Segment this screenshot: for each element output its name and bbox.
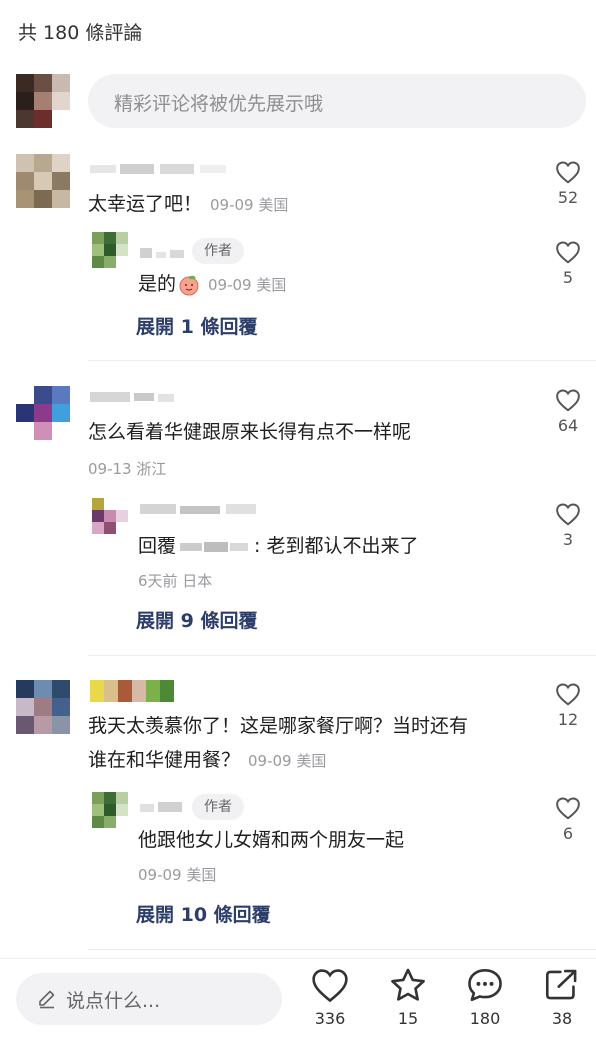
heart-icon	[556, 797, 580, 820]
share-button[interactable]: 38	[534, 967, 590, 1028]
comment-like-button[interactable]: 12	[548, 682, 588, 729]
comment-like-button[interactable]: 64	[548, 388, 588, 435]
reply-like-button[interactable]: 3	[548, 502, 588, 549]
comment-like-count: 12	[557, 710, 579, 729]
heart-icon	[312, 969, 348, 1003]
commenter-avatar[interactable]	[16, 680, 70, 734]
reply-like-button[interactable]: 5	[548, 240, 588, 287]
commenter-name-blurred[interactable]	[90, 390, 190, 404]
reply-avatar[interactable]	[92, 232, 128, 276]
mentioned-user-blurred	[180, 540, 250, 554]
comment-text: 怎么看着华健跟原来长得有点不一样呢	[88, 421, 412, 443]
reply-like-count: 3	[562, 530, 574, 549]
reply-meta: 09-09 美国	[138, 866, 217, 884]
divider	[88, 360, 596, 361]
reply-like-count: 5	[562, 268, 574, 287]
chat-bubble-icon	[468, 968, 502, 1002]
comment-count: 180	[469, 1009, 501, 1028]
reply-avatar[interactable]	[92, 498, 128, 534]
reply-meta: 6天前 日本	[138, 572, 213, 590]
comment-meta: 09-09 美国	[210, 196, 289, 214]
expand-replies-link[interactable]: 展開 10 條回覆	[136, 900, 271, 927]
expand-replies-link[interactable]: 展開 9 條回覆	[136, 606, 257, 633]
reply-like-button[interactable]: 6	[548, 796, 588, 843]
commenter-avatar[interactable]	[16, 154, 70, 208]
comment-input-placeholder: 精彩评论将被优先展示哦	[114, 93, 324, 115]
comment-input[interactable]: 精彩评论将被优先展示哦	[88, 74, 586, 128]
reply-text: 是的 09-09 美国	[138, 273, 287, 295]
like-post-button[interactable]: 336	[302, 967, 358, 1028]
divider	[88, 949, 596, 950]
peach-emoji-icon	[179, 275, 199, 295]
pencil-icon	[39, 990, 55, 1009]
divider	[88, 655, 596, 656]
reply-name-blurred[interactable]	[140, 800, 186, 814]
heart-icon	[556, 389, 580, 412]
comment-meta: 09-09 美国	[248, 752, 327, 770]
reply-name-blurred[interactable]	[140, 502, 270, 516]
reply-text: 回覆: 老到都认不出来了	[138, 535, 419, 557]
comment-like-button[interactable]: 52	[548, 160, 588, 207]
reply-meta: 09-09 美国	[208, 276, 287, 294]
heart-icon	[556, 503, 580, 526]
comment-thread: 怎么看着华健跟原来长得有点不一样呢 09-13 浙江 64 回覆: 老到都认不出…	[0, 380, 596, 656]
favorite-button[interactable]: 15	[380, 967, 436, 1028]
heart-icon	[556, 683, 580, 706]
comment-like-count: 64	[557, 416, 579, 435]
reply-avatar[interactable]	[92, 792, 128, 828]
reply-like-count: 6	[562, 824, 574, 843]
comment-text-line-1: 我天太羡慕你了！这是哪家餐厅啊？当时还有	[88, 715, 469, 737]
comment-like-count: 52	[557, 188, 579, 207]
star-icon	[391, 968, 425, 1001]
comment-text-line-2: 谁在和华健用餐？ 09-09 美国	[88, 749, 327, 771]
my-avatar[interactable]	[16, 74, 70, 128]
author-tag: 作者	[192, 238, 244, 264]
say-something-label: 说点什么...	[66, 990, 161, 1012]
commenter-name-blurred[interactable]	[90, 680, 174, 702]
commenter-avatar[interactable]	[16, 386, 70, 440]
author-tag: 作者	[192, 794, 244, 820]
share-icon	[545, 969, 577, 1000]
comment-meta: 09-13 浙江	[88, 460, 167, 478]
say-something-input[interactable]: 说点什么...	[16, 973, 282, 1025]
reply-text: 他跟他女儿女婿和两个朋友一起	[138, 829, 405, 851]
expand-replies-link[interactable]: 展開 1 條回覆	[136, 312, 257, 339]
bottom-action-bar: 说点什么... 336 15 180 38	[0, 958, 596, 1060]
comment-count-header: 共 180 條評論	[18, 22, 143, 44]
heart-icon	[556, 161, 580, 184]
favorite-count: 15	[397, 1009, 419, 1028]
comment-thread: 我天太羡慕你了！这是哪家餐厅啊？当时还有 谁在和华健用餐？ 09-09 美国 12…	[0, 674, 596, 950]
commenter-name-blurred[interactable]	[90, 162, 240, 176]
reply-name-blurred[interactable]	[140, 246, 188, 260]
share-count: 38	[551, 1009, 573, 1028]
like-count: 336	[314, 1009, 346, 1028]
comment-thread: 太幸运了吧！ 09-09 美国 52 作者 是的 09-09 美国 5 展開 1 條…	[0, 152, 596, 362]
comment-text: 太幸运了吧！ 09-09 美国	[88, 193, 289, 215]
comment-composer: 精彩评论将被优先展示哦	[0, 72, 596, 132]
heart-icon	[556, 241, 580, 264]
comment-button[interactable]: 180	[457, 967, 513, 1028]
